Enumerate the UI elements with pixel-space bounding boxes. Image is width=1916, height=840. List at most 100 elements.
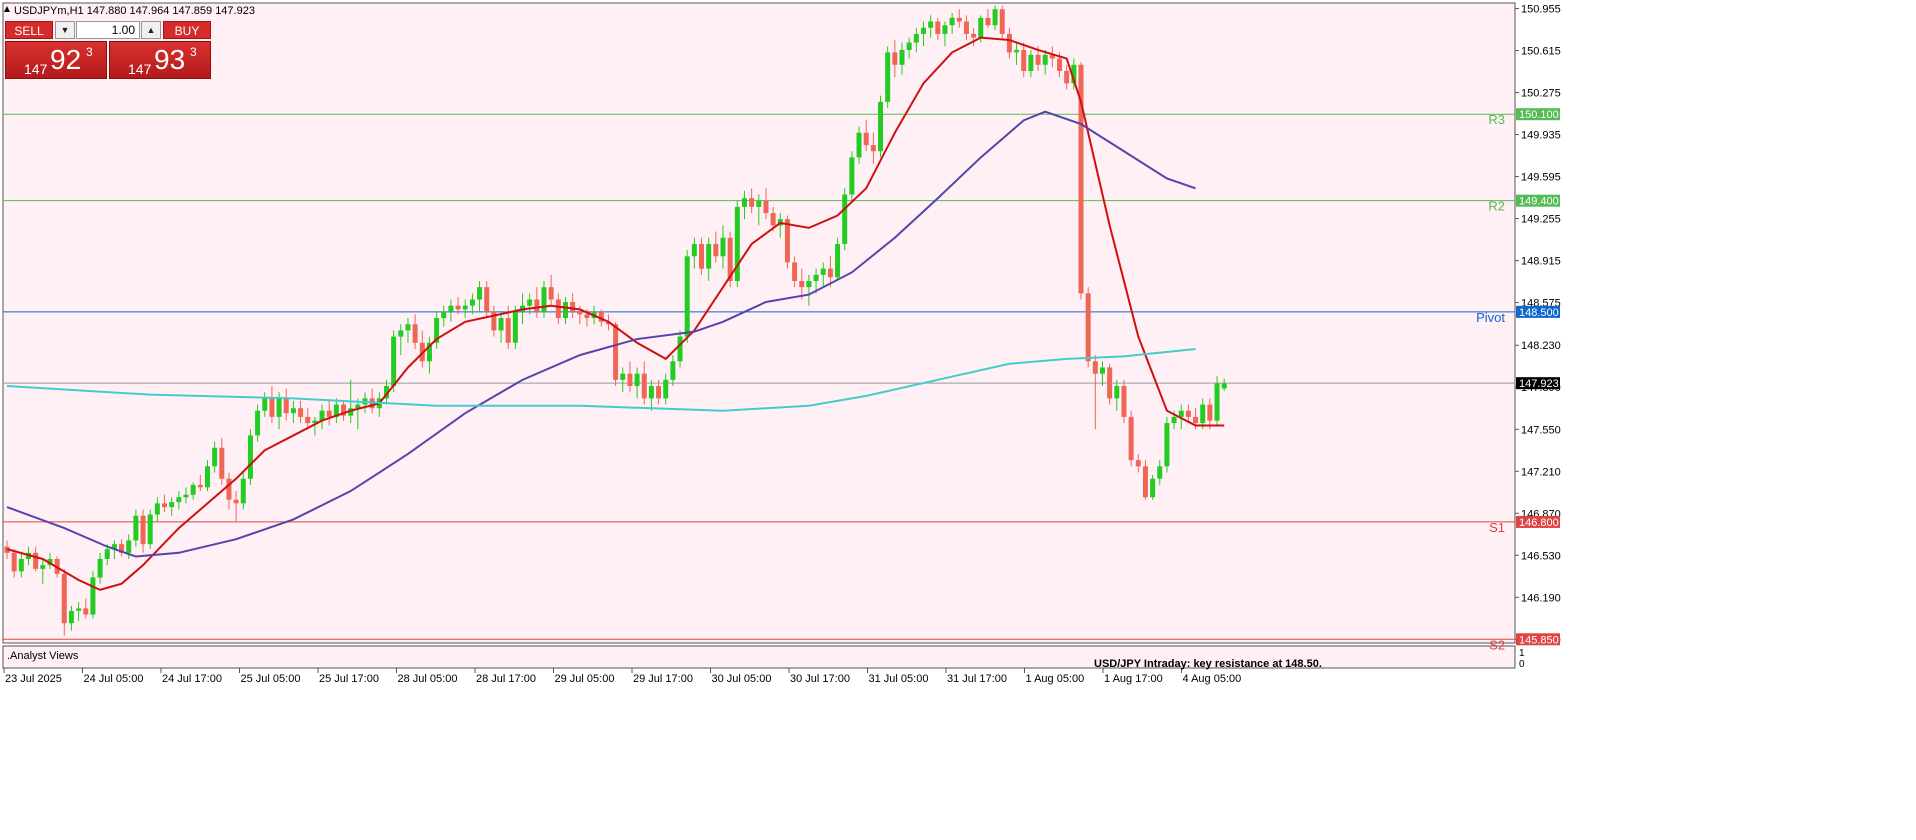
candle-body-bull	[290, 408, 296, 414]
candle-body-bear	[1207, 404, 1213, 421]
candle-body-bear	[1035, 54, 1041, 65]
candle-body-bull	[677, 336, 683, 362]
bid-price-pip: 3	[86, 45, 93, 59]
candle-body-bear	[1085, 293, 1091, 362]
buy-button[interactable]: BUY	[163, 21, 211, 39]
candle-body-bull	[813, 274, 819, 281]
candle-body-bear	[1128, 416, 1134, 461]
candle-body-bull	[90, 577, 96, 615]
analyst-annotation: USD/JPY Intraday: key resistance at 148.…	[1094, 658, 1322, 670]
candle-body-bull	[97, 558, 103, 578]
bid-price-button[interactable]: 147 92 3	[5, 41, 107, 79]
candle-body-bull	[741, 198, 747, 207]
candle-body-bull	[1099, 367, 1105, 374]
level-name-s1: S1	[1489, 520, 1505, 535]
candle-body-bull	[1171, 416, 1177, 424]
candle-body-bull	[40, 565, 46, 569]
candle-body-bear	[11, 552, 17, 572]
x-tick-label: 31 Jul 05:00	[869, 673, 929, 685]
candle-body-bull	[913, 33, 919, 43]
candle-body-bull	[756, 200, 762, 207]
y-tick-label: 146.190	[1521, 592, 1561, 604]
x-tick-label: 29 Jul 05:00	[555, 673, 615, 685]
candle-body-bear	[1135, 460, 1141, 467]
bid-price-prefix: 147	[24, 61, 48, 77]
price-chart[interactable]: R3 R2 Pivot S1 S2 150.955 150.615 150.275 149.9…	[0, 0, 1916, 840]
x-tick-label: 24 Jul 05:00	[84, 673, 144, 685]
candle-body-bear	[226, 478, 232, 500]
candle-body-bull	[899, 49, 905, 65]
time-axis: 23 Jul 2025 24 Jul 05:00 24 Jul 17:00 25 Ju…	[3, 668, 1241, 685]
candle-body-bear	[555, 299, 561, 319]
ask-price-main: 93	[154, 44, 186, 75]
y-tick-label: 150.955	[1521, 4, 1561, 16]
candle-body-bull	[1042, 54, 1048, 65]
candle-body-bull	[541, 287, 547, 312]
candle-body-bull	[204, 466, 210, 488]
candle-body-bull	[691, 243, 697, 257]
y-tick-label: 148.230	[1521, 340, 1561, 352]
candle-body-bull	[391, 336, 397, 387]
bid-price-main: 92	[50, 44, 82, 75]
candle-body-bull	[76, 608, 82, 611]
candle-body-bear	[870, 145, 876, 152]
candle-body-bull	[842, 194, 848, 244]
candle-body-bull	[262, 398, 268, 411]
candle-body-bear	[1185, 410, 1191, 417]
candle-body-bull	[856, 132, 862, 158]
candle-body-bear	[799, 280, 805, 288]
candle-body-bear	[613, 324, 619, 380]
ask-price-pip: 3	[190, 45, 197, 59]
candle-body-bull	[462, 305, 468, 310]
lot-size-input[interactable]	[76, 21, 140, 39]
plot-area	[2, 2, 1516, 644]
candle-body-bear	[627, 373, 633, 387]
y-tick-label: 149.935	[1521, 130, 1561, 142]
candle-body-bull	[133, 515, 139, 541]
candle-body-bull	[1028, 54, 1034, 71]
ask-price-prefix: 147	[128, 61, 152, 77]
candle-body-bull	[885, 52, 891, 102]
candle-body-bull	[1114, 386, 1120, 399]
y-tick-label: 149.255	[1521, 214, 1561, 226]
candle-body-bull	[706, 243, 712, 269]
candle-body-bear	[1021, 49, 1027, 71]
lot-decrease-icon[interactable]: ▼	[55, 21, 75, 39]
level-price-label: 145.850	[1519, 634, 1559, 646]
ask-price-button[interactable]: 147 93 3	[109, 41, 211, 79]
y-tick-label: 150.275	[1521, 88, 1561, 100]
candle-body-bear	[1006, 33, 1012, 53]
candle-body-bear	[892, 52, 898, 65]
candle-body-bull	[835, 243, 841, 278]
candle-body-bear	[699, 243, 705, 269]
candle-body-bull	[255, 410, 261, 436]
y-tick-label: 149.595	[1521, 172, 1561, 184]
candle-body-bull	[978, 17, 984, 38]
candle-body-bear	[827, 268, 833, 278]
candle-body-bear	[792, 262, 798, 281]
candle-body-bear	[763, 200, 769, 214]
lot-increase-icon[interactable]: ▲	[141, 21, 161, 39]
candle-body-bull	[992, 9, 998, 26]
candle-body-bear	[641, 373, 647, 399]
level-name-r3: R3	[1488, 112, 1505, 127]
level-price-label: 146.800	[1519, 517, 1559, 529]
candle-body-bear	[298, 408, 304, 417]
candle-body-bear	[956, 17, 962, 22]
candle-body-bear	[1193, 416, 1199, 424]
candle-body-bear	[935, 21, 941, 34]
sell-button[interactable]: SELL	[5, 21, 53, 39]
level-name-s2: S2	[1489, 637, 1505, 652]
level-price-label: 149.400	[1519, 196, 1559, 208]
candle-body-bull	[1200, 404, 1206, 424]
candle-body-bear	[863, 132, 869, 146]
x-tick-label: 28 Jul 05:00	[398, 673, 458, 685]
candle-body-bull	[620, 373, 626, 380]
candle-body-bear	[534, 299, 540, 312]
candle-body-bull	[154, 503, 160, 515]
candle-body-bear	[999, 9, 1005, 34]
y-tick-label: 150.615	[1521, 46, 1561, 58]
candle-body-bull	[820, 268, 826, 275]
candle-body-bull	[928, 21, 934, 28]
candle-body-bear	[33, 552, 39, 569]
